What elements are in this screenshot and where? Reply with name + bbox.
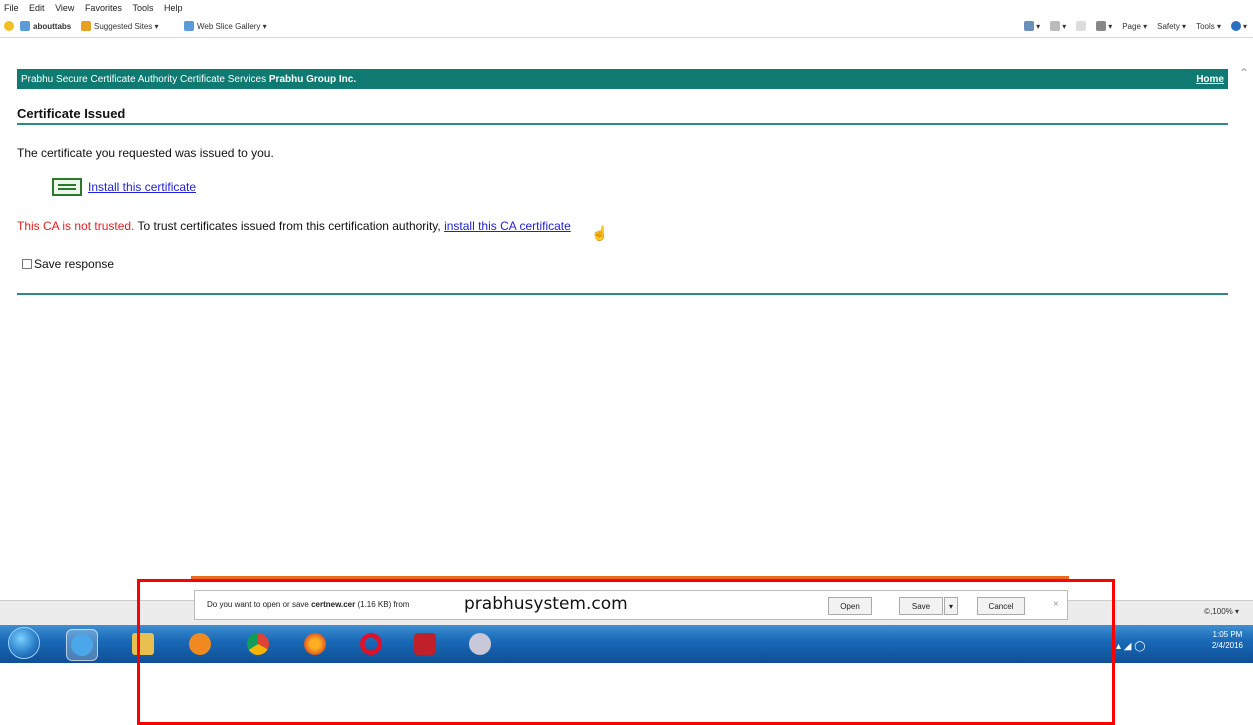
- hand-cursor-icon: ☝: [591, 225, 609, 241]
- suggested-sites-icon: [81, 21, 91, 31]
- divider: [17, 293, 1228, 295]
- home-icon[interactable]: ▾: [1024, 21, 1040, 31]
- page-menu[interactable]: Page ▾: [1122, 22, 1147, 31]
- ie-page-icon: [184, 21, 194, 31]
- menu-file[interactable]: File: [0, 0, 23, 13]
- not-trusted-text: This CA is not trusted.: [17, 219, 135, 233]
- acrobat-icon[interactable]: [410, 629, 440, 659]
- install-certificate-row: Install this certificate: [52, 178, 196, 196]
- open-button[interactable]: Open: [828, 597, 872, 615]
- command-bar: ▾ ▾ ▾ Page ▾ Safety ▾ Tools ▾ ▾: [1024, 21, 1247, 31]
- media-player-icon[interactable]: [185, 629, 215, 659]
- windows-taskbar: [0, 625, 1253, 663]
- tools-menu[interactable]: Tools ▾: [1196, 22, 1221, 31]
- favorites-star-icon[interactable]: [4, 21, 14, 31]
- save-response-option[interactable]: Save response: [22, 257, 114, 271]
- page-title: Certificate Issued: [17, 106, 126, 121]
- firefox-icon[interactable]: [300, 629, 330, 659]
- favorites-bar: abouttabs Suggested Sites ▾ Web Slice Ga…: [0, 17, 1253, 38]
- download-notification: Do you want to open or save certnew.cer …: [194, 590, 1068, 620]
- install-ca-certificate-link[interactable]: install this CA certificate: [444, 219, 571, 233]
- ca-header-title: Prabhu Secure Certificate Authority Cert…: [21, 74, 357, 85]
- chrome-icon[interactable]: [243, 629, 273, 659]
- system-clock[interactable]: 1:05 PM 2/4/2016: [1212, 629, 1243, 651]
- close-icon[interactable]: ×: [1053, 599, 1059, 610]
- ca-header-bar: Prabhu Secure Certificate Authority Cert…: [17, 69, 1228, 89]
- download-message: Do you want to open or save certnew.cer …: [207, 600, 410, 609]
- save-response-label: Save response: [34, 257, 115, 271]
- trust-message: This CA is not trusted. To trust certifi…: [17, 219, 571, 233]
- menu-favorites[interactable]: Favorites: [81, 0, 126, 13]
- download-host: prabhusystem.com: [464, 594, 628, 614]
- tray-network-volume-icons[interactable]: ▴ ◢ ◯: [1116, 641, 1145, 652]
- favorite-abouttabs[interactable]: abouttabs: [20, 21, 71, 31]
- internet-explorer-icon[interactable]: [66, 629, 98, 661]
- install-certificate-link[interactable]: Install this certificate: [88, 180, 196, 194]
- trust-explanation: To trust certificates issued from this c…: [134, 219, 445, 233]
- opera-icon[interactable]: [356, 629, 386, 659]
- save-button[interactable]: Save: [899, 597, 943, 615]
- zoom-level[interactable]: ©,100% ▾: [1204, 607, 1239, 616]
- menu-tools[interactable]: Tools: [128, 0, 157, 13]
- ie-page-icon: [20, 21, 30, 31]
- menu-edit[interactable]: Edit: [25, 0, 49, 13]
- safety-menu[interactable]: Safety ▾: [1157, 22, 1186, 31]
- favorite-suggested-sites[interactable]: Suggested Sites ▾: [81, 21, 159, 31]
- menu-bar: File Edit View Favorites Tools Help: [0, 0, 1253, 16]
- home-link[interactable]: Home: [1196, 74, 1224, 85]
- clock-time: 1:05 PM: [1212, 630, 1243, 639]
- print-icon[interactable]: ▾: [1096, 21, 1112, 31]
- help-icon[interactable]: ▾: [1230, 21, 1247, 31]
- clock-date: 2/4/2016: [1211, 641, 1243, 650]
- scroll-up-arrow-icon[interactable]: ⌃: [1237, 66, 1251, 80]
- menu-view[interactable]: View: [51, 0, 78, 13]
- issued-message: The certificate you requested was issued…: [17, 146, 274, 160]
- start-button-icon[interactable]: [8, 627, 40, 659]
- network-tool-icon[interactable]: [465, 629, 495, 659]
- download-bar-accent: [191, 576, 1069, 582]
- certificate-icon[interactable]: [52, 178, 82, 196]
- save-dropdown-button[interactable]: ▾: [944, 597, 958, 615]
- mail-icon[interactable]: [1076, 21, 1087, 31]
- divider: [17, 123, 1228, 125]
- feeds-icon[interactable]: ▾: [1050, 21, 1066, 31]
- file-explorer-icon[interactable]: [128, 629, 158, 659]
- favorite-web-slice-gallery[interactable]: Web Slice Gallery ▾: [184, 21, 267, 31]
- menu-help[interactable]: Help: [160, 0, 187, 13]
- save-response-checkbox[interactable]: [22, 259, 32, 269]
- cancel-button[interactable]: Cancel: [977, 597, 1025, 615]
